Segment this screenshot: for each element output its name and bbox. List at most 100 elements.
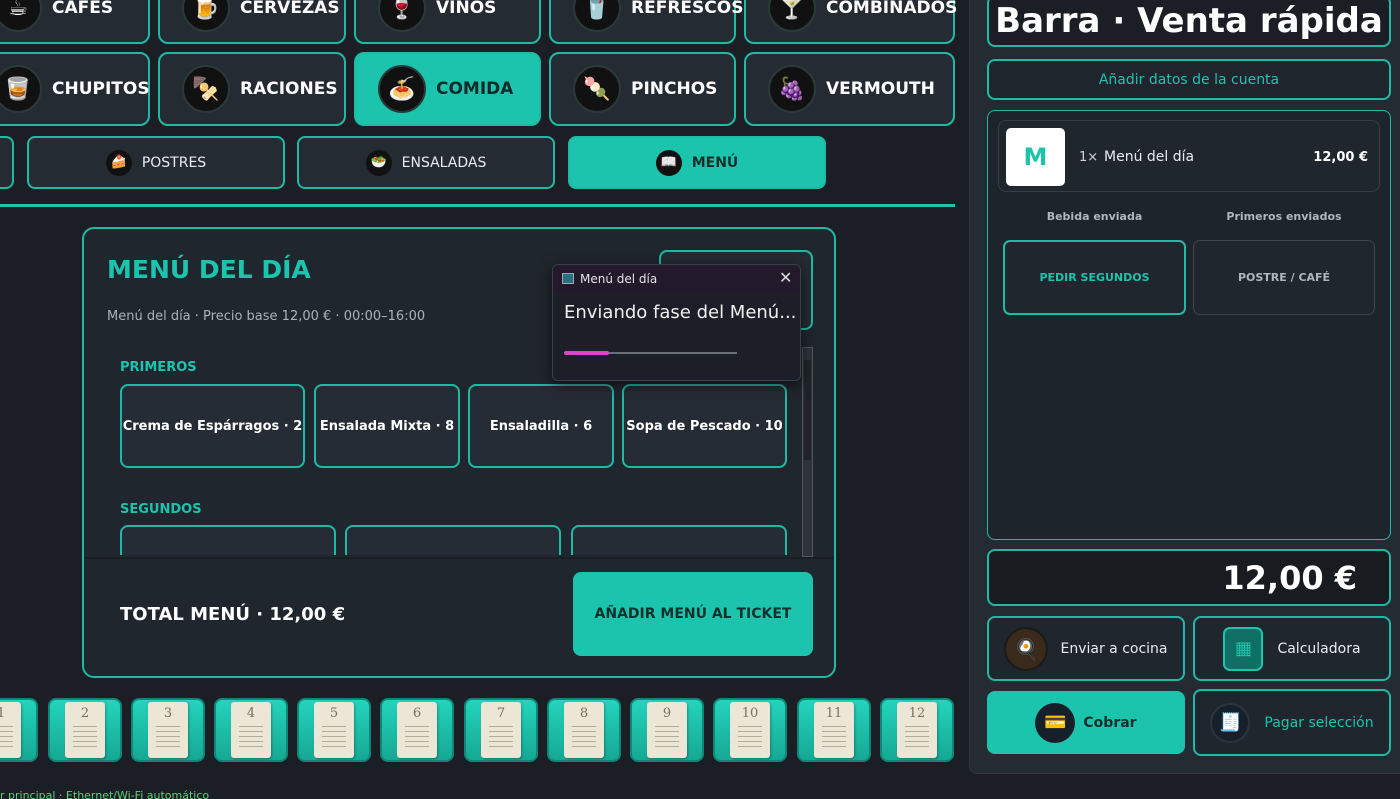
dish-button[interactable]: Crema de Espárragos · 2 <box>120 384 305 468</box>
category-label: REFRESCOS <box>631 0 744 18</box>
category-vermouth[interactable]: 🍇 VERMOUTH <box>744 52 955 126</box>
table-number: 5 <box>314 702 354 758</box>
menu-book-icon: 📖 <box>655 149 682 176</box>
pay-selection-button[interactable]: 🧾 Pagar selección <box>1193 689 1391 756</box>
calculator-icon: ▦ <box>1223 626 1264 671</box>
ticket-item[interactable]: M 1× Menú del día 12,00 € <box>998 120 1380 192</box>
ticket-item-qty: 1× <box>1079 150 1099 165</box>
charge-button[interactable]: 💳 Cobrar <box>987 691 1185 754</box>
table-number: 3 <box>148 702 188 758</box>
table-button[interactable]: 8 <box>547 698 621 762</box>
category-label: VERMOUTH <box>826 79 935 99</box>
table-button[interactable]: 5 <box>297 698 371 762</box>
category-cervezas[interactable]: 🍺 CERVEZAS <box>158 0 346 44</box>
shot-icon: 🥃 <box>0 65 42 113</box>
category-label: PINCHOS <box>631 79 718 99</box>
table-button[interactable]: 4 <box>214 698 288 762</box>
ticket-total: 12,00 € <box>987 549 1391 606</box>
table-number: 4 <box>231 702 271 758</box>
table-button[interactable]: 7 <box>464 698 538 762</box>
send-to-kitchen-label: Enviar a cocina <box>1060 640 1168 657</box>
subcategory-menu[interactable]: 📖 MENÚ <box>568 136 826 189</box>
section-segundos-label: SEGUNDOS <box>120 502 202 517</box>
receipt-icon: 🧾 <box>1210 702 1251 743</box>
page-title: Barra · Venta rápida <box>987 0 1391 47</box>
dish-button[interactable]: Ensaladilla · 6 <box>468 384 614 468</box>
dish-button[interactable] <box>120 525 336 555</box>
dialog-title: Menú del día <box>580 272 658 286</box>
table-button[interactable]: 3 <box>131 698 205 762</box>
progress-fill <box>564 351 609 355</box>
category-pinchos[interactable]: 🍡 PINCHOS <box>549 52 736 126</box>
order-seconds-button[interactable]: PEDIR SEGUNDOS <box>1003 240 1186 315</box>
table-number: 6 <box>397 702 437 758</box>
table-number: 10 <box>730 702 770 758</box>
subcategory-label: MENÚ <box>691 154 739 171</box>
dish-button[interactable]: Sopa de Pescado · 10 <box>622 384 787 468</box>
dessert-icon: 🍰 <box>105 149 132 176</box>
subcategory-ensaladas[interactable]: 🥗 ENSALADAS <box>297 136 555 189</box>
table-number: 9 <box>647 702 687 758</box>
dish-button[interactable] <box>571 525 787 555</box>
section-divider <box>0 204 955 207</box>
plate-icon: 🍝 <box>378 65 426 113</box>
table-number: 8 <box>564 702 604 758</box>
category-label: RACIONES <box>240 79 338 99</box>
menu-subtitle: Menú del día · Precio base 12,00 € · 00:… <box>107 309 426 324</box>
table-number: 1 <box>0 702 21 758</box>
category-label: COMBINADOS <box>826 0 958 18</box>
salad-icon: 🥗 <box>365 149 392 176</box>
subcategory-label: POSTRES <box>141 154 207 171</box>
calculator-button[interactable]: ▦ Calculadora <box>1193 616 1391 681</box>
add-account-data-button[interactable]: Añadir datos de la cuenta <box>987 59 1391 100</box>
panel-separator <box>84 557 834 559</box>
soda-icon: 🥤 <box>573 0 621 32</box>
grapes-icon: 🍇 <box>768 65 816 113</box>
category-label: COMIDA <box>436 79 514 99</box>
dish-button[interactable] <box>345 525 561 555</box>
send-to-kitchen-button[interactable]: 🍳 Enviar a cocina <box>987 616 1185 681</box>
table-number: 2 <box>65 702 105 758</box>
menu-scrollbar[interactable] <box>802 347 813 557</box>
dish-button[interactable]: Ensalada Mixta · 8 <box>314 384 460 468</box>
category-comida[interactable]: 🍝 COMIDA <box>354 52 541 126</box>
table-button[interactable]: 11 <box>797 698 871 762</box>
subcategory-prev[interactable] <box>0 136 14 189</box>
menu-title: MENÚ DEL DÍA <box>107 255 311 284</box>
progress-dialog: Menú del día ✕ Enviando fase del Menú... <box>552 264 801 381</box>
table-button[interactable]: 9 <box>630 698 704 762</box>
ticket-item-name: Menú del día <box>1104 149 1195 165</box>
table-button[interactable]: 10 <box>713 698 787 762</box>
table-number: 11 <box>814 702 854 758</box>
menu-total: TOTAL MENÚ · 12,00 € <box>120 604 346 625</box>
progress-track <box>564 351 737 355</box>
tapas-icon: 🍢 <box>182 65 230 113</box>
coffee-icon: ☕ <box>0 0 42 32</box>
pay-selection-label: Pagar selección <box>1264 714 1374 731</box>
section-primeros-label: PRIMEROS <box>120 360 197 375</box>
charge-label: Cobrar <box>1083 714 1137 731</box>
calculator-label: Calculadora <box>1277 640 1361 657</box>
dessert-coffee-button[interactable]: POSTRE / CAFÉ <box>1193 240 1375 315</box>
table-button[interactable]: 12 <box>880 698 954 762</box>
ticket-item-price: 12,00 € <box>1313 150 1368 165</box>
table-button[interactable]: 1 <box>0 698 38 762</box>
table-button[interactable]: 2 <box>48 698 122 762</box>
category-label: VINOS <box>436 0 497 18</box>
status-primeros: Primeros enviados <box>1226 210 1342 223</box>
avatar: M <box>1006 128 1065 186</box>
add-menu-to-ticket-button[interactable]: AÑADIR MENÚ AL TICKET <box>573 572 813 656</box>
category-label: CERVEZAS <box>240 0 340 18</box>
table-button[interactable]: 6 <box>380 698 454 762</box>
beer-icon: 🍺 <box>182 0 230 32</box>
category-raciones[interactable]: 🍢 RACIONES <box>158 52 346 126</box>
category-vinos[interactable]: 🍷 VINOS <box>354 0 541 44</box>
subcategory-postres[interactable]: 🍰 POSTRES <box>27 136 285 189</box>
category-combinados[interactable]: 🍸 COMBINADOS <box>744 0 958 44</box>
close-icon[interactable]: ✕ <box>779 268 792 287</box>
scrollbar-thumb[interactable] <box>804 360 811 460</box>
category-refrescos[interactable]: 🥤 REFRESCOS <box>549 0 743 44</box>
category-cafes[interactable]: ☕ CAFÉS <box>0 0 150 44</box>
category-chupitos[interactable]: 🥃 CHUPITOS <box>0 52 150 126</box>
wine-icon: 🍷 <box>378 0 426 32</box>
